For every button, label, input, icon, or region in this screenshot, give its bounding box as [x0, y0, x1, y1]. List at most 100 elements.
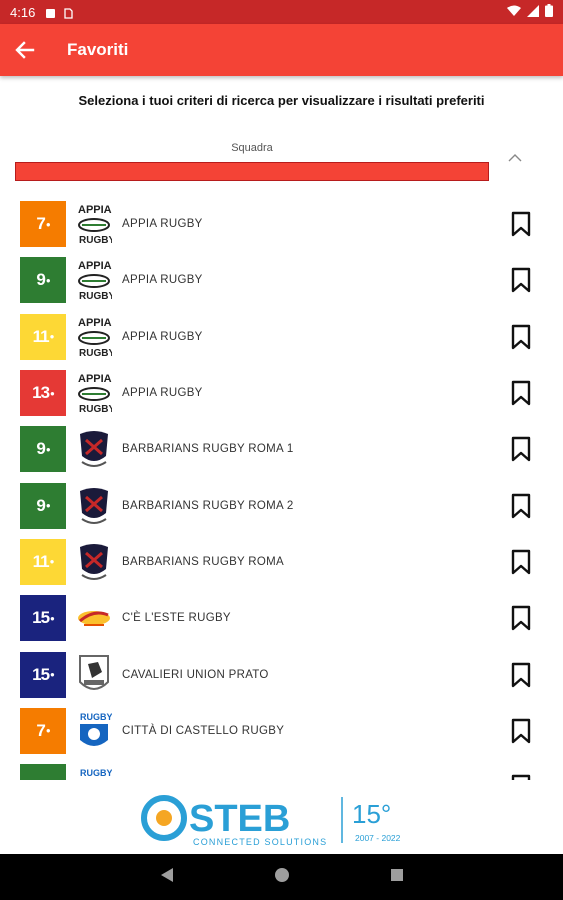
barbarians-logo — [76, 539, 112, 585]
bookmark-icon — [511, 211, 531, 237]
team-name: APPIA RUGBY — [122, 218, 203, 231]
ball-icon: ● — [45, 726, 51, 736]
team-name: BARBARIANS RUGBY ROMA 2 — [122, 499, 294, 512]
bookmark-button[interactable] — [509, 772, 533, 780]
category-number: 11 — [32, 326, 50, 346]
category-number: 7 — [36, 720, 46, 740]
team-name: CAVALIERI UNION PRATO — [122, 668, 269, 681]
category-badge: 9● — [20, 257, 66, 304]
category-badge: 9● — [20, 482, 66, 529]
bookmark-icon — [511, 268, 531, 293]
bookmark-button[interactable] — [509, 322, 533, 352]
category-badge: 13 ● — [20, 370, 66, 417]
svg-text:RUGBY: RUGBY — [79, 291, 112, 302]
team-name: APPIA RUGBY — [122, 387, 203, 400]
collapse-filter-button[interactable] — [503, 148, 527, 168]
svg-text:APPIA: APPIA — [78, 260, 112, 272]
svg-text:APPIA: APPIA — [78, 204, 112, 216]
notification-icon — [45, 7, 56, 18]
back-button[interactable] — [0, 24, 50, 76]
wifi-icon — [507, 5, 521, 20]
team-name: C'È L'ESTE RUGBY — [122, 612, 231, 625]
circle-home-icon — [274, 867, 289, 882]
ball-icon: ● — [45, 501, 51, 511]
team-row[interactable]: 9 ● APPIA RUGBY APPIA RUGBY — [0, 252, 563, 308]
team-row[interactable]: 15 ● CAVALIERI UNION PRATO — [0, 646, 563, 702]
este-logo — [76, 595, 112, 641]
team-row[interactable]: 7 ● RUGBY CITTÀ DI CASTELLO RUGBY — [0, 703, 563, 759]
bookmark-button[interactable] — [509, 660, 533, 690]
footer-years: 2007 - 2022 — [355, 833, 401, 843]
ball-icon: ● — [45, 275, 51, 285]
team-name: APPIA RUGBY — [122, 274, 203, 287]
footer-anniversary: 15° — [352, 799, 391, 829]
barbarians-logo — [76, 483, 112, 529]
category-badge: 9● — [20, 426, 66, 473]
category-number: 13 — [32, 383, 50, 403]
team-row[interactable]: 13 ● APPIA RUGBY APPIA RUGBY — [0, 365, 563, 421]
square-recents-icon — [390, 868, 403, 881]
nav-home-button[interactable] — [274, 867, 290, 888]
page-title: Favoriti — [67, 40, 129, 59]
category-number: 9 — [36, 495, 46, 515]
bookmark-icon — [511, 718, 531, 744]
team-name: BARBARIANS RUGBY ROMA 1 — [122, 443, 294, 456]
category-badge: 7 ● — [20, 201, 66, 248]
team-row[interactable]: 15 ● C'È L'ESTE RUGBY — [0, 590, 563, 646]
app-bar: Favoriti — [0, 24, 563, 76]
ball-icon: ● — [50, 613, 55, 623]
category-number: 9 — [36, 270, 46, 290]
system-nav-bar — [0, 854, 563, 900]
team-row[interactable]: 11 ● BARBARIANS RUGBY ROMA — [0, 534, 563, 590]
sim-icon — [63, 7, 74, 19]
bookmark-button[interactable] — [509, 716, 533, 746]
bookmark-icon — [511, 549, 531, 575]
category-badge: 15 ● — [20, 595, 66, 642]
category-number: 9 — [36, 439, 46, 459]
category-number: 15 — [32, 608, 50, 628]
ball-icon: ● — [50, 388, 55, 398]
svg-text:RUGBY: RUGBY — [80, 712, 112, 722]
bookmark-button[interactable] — [509, 603, 533, 633]
bookmark-icon — [511, 662, 531, 687]
sponsor-logo: STEB 15° 2007 - 2022 CONNECTED SOLUTIONS — [0, 784, 563, 854]
bookmark-button[interactable] — [509, 265, 533, 295]
team-row[interactable]: 9 ● BARBARIANS RUGBY ROMA 2 — [0, 477, 563, 533]
appia-logo: APPIA RUGBY — [76, 201, 115, 247]
category-number: 9 — [36, 777, 46, 780]
appia-logo: APPIA RUGBY — [76, 370, 115, 416]
nav-recents-button[interactable] — [390, 868, 404, 887]
barbarians-logo — [76, 426, 112, 472]
team-row[interactable]: 9● RUGBY — [0, 759, 563, 780]
team-name: CITTÀ DI CASTELLO RUGBY — [122, 724, 285, 737]
bookmark-button[interactable] — [509, 378, 533, 408]
castello-logo: RUGBY — [76, 708, 113, 754]
bookmark-button[interactable] — [509, 491, 533, 521]
bookmark-button[interactable] — [509, 547, 533, 577]
category-number: 15 — [32, 664, 50, 684]
cavalieri-logo — [76, 652, 112, 698]
team-row[interactable]: 7 ● APPIA RUGBY APPIA RUGBY — [0, 196, 563, 252]
svg-text:RUGBY: RUGBY — [79, 404, 112, 415]
category-badge: 7 ● — [20, 707, 66, 754]
triangle-back-icon — [160, 867, 173, 882]
ball-icon: ● — [49, 557, 55, 567]
ball-icon: ● — [45, 219, 51, 229]
team-row[interactable]: 11 ● APPIA RUGBY APPIA RUGBY — [0, 309, 563, 365]
team-row[interactable]: 9 ● BARBARIANS RUGBY ROMA 1 — [0, 421, 563, 477]
chevron-up-icon — [508, 154, 522, 162]
svg-text:APPIA: APPIA — [78, 373, 112, 385]
team-filter-select[interactable] — [15, 162, 489, 181]
favorites-list: 7 ● APPIA RUGBY APPIA RUGBY 9 ● APPIA RUGBY APPIA… — [0, 196, 563, 780]
battery-icon — [545, 4, 553, 20]
bookmark-icon — [511, 437, 531, 462]
svg-text:RUGBY: RUGBY — [79, 235, 112, 246]
search-instructions: Seleziona i tuoi criteri di ricerca per … — [78, 93, 485, 108]
ball-icon: ● — [45, 444, 51, 454]
bookmark-icon — [511, 324, 531, 349]
bookmark-icon — [511, 606, 531, 631]
bookmark-button[interactable] — [509, 209, 533, 239]
nav-back-button[interactable] — [160, 867, 174, 888]
svg-text:APPIA: APPIA — [78, 317, 112, 329]
bookmark-button[interactable] — [509, 434, 533, 464]
